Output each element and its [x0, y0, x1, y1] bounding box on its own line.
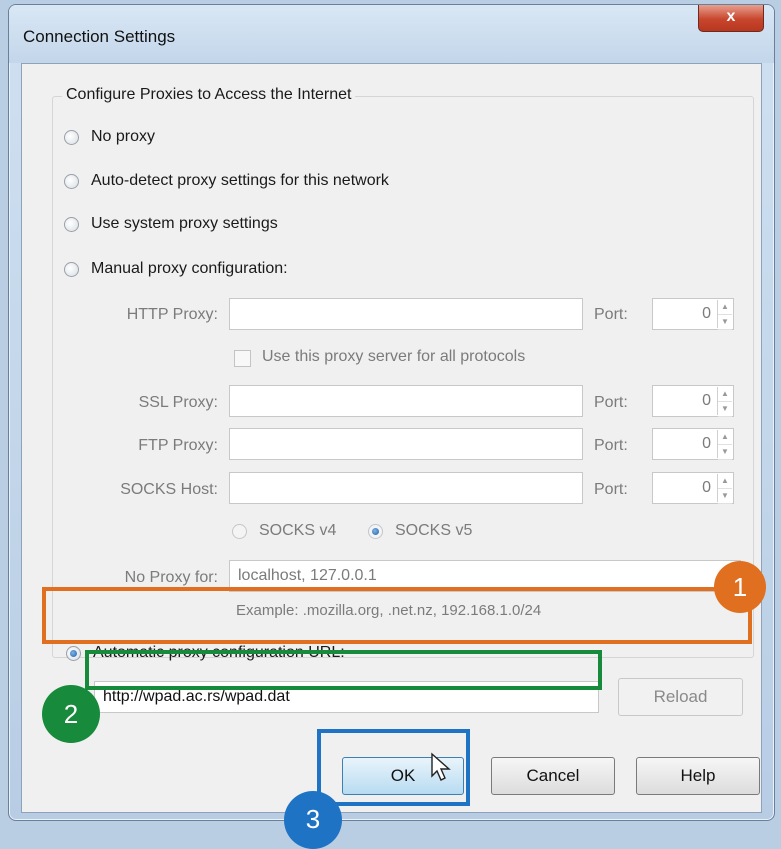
ftp-proxy-label: FTP Proxy: [138, 437, 218, 454]
help-button[interactable]: Help [636, 757, 760, 795]
spin-up-icon[interactable]: ▲ [718, 474, 732, 489]
socks-port-label: Port: [594, 481, 628, 498]
dialog-title: Connection Settings [23, 27, 176, 46]
http-port-label: Port: [594, 306, 628, 323]
close-button[interactable]: x [698, 5, 764, 32]
socks-port-value: 0 [702, 479, 711, 496]
mouse-pointer-icon [431, 752, 451, 781]
http-proxy-input[interactable] [229, 298, 583, 330]
radio-socks-v4[interactable]: SOCKS v4 [232, 522, 336, 540]
spin-up-icon[interactable]: ▲ [718, 300, 732, 315]
auto-config-url-value: http://wpad.ac.rs/wpad.dat [103, 688, 290, 705]
ftp-port-label: Port: [594, 437, 628, 454]
connection-settings-dialog: Connection Settings x Configure Proxies … [8, 4, 775, 821]
use-all-protocols-label: Use this proxy server for all protocols [262, 348, 526, 365]
socks-host-input[interactable] [229, 472, 583, 504]
spin-up-icon[interactable]: ▲ [718, 430, 732, 445]
port-spinner[interactable]: ▲ ▼ [717, 387, 732, 417]
socks-v4-label: SOCKS v4 [259, 522, 337, 539]
socks-port-input[interactable]: 0 ▲ ▼ [652, 472, 734, 504]
ftp-port-input[interactable]: 0 ▲ ▼ [652, 428, 734, 460]
reload-button[interactable]: Reload [618, 678, 743, 716]
highlight-auto-config-radio [42, 587, 752, 644]
spin-down-icon[interactable]: ▼ [718, 315, 732, 330]
http-port-input[interactable]: 0 ▲ ▼ [652, 298, 734, 330]
annotation-badge-3: 3 [284, 791, 342, 849]
radio-no-proxy-label: No proxy [91, 128, 156, 145]
radio-no-proxy[interactable]: No proxy [64, 128, 155, 146]
radio-icon[interactable] [368, 523, 383, 539]
use-all-protocols-checkbox[interactable] [234, 350, 251, 367]
ftp-proxy-input[interactable] [229, 428, 583, 460]
radio-icon[interactable] [66, 645, 81, 661]
radio-socks-v5[interactable]: SOCKS v5 [368, 522, 472, 540]
ssl-proxy-label: SSL Proxy: [138, 394, 218, 411]
ftp-port-value: 0 [702, 435, 711, 452]
radio-manual-proxy-label: Manual proxy configuration: [91, 260, 288, 277]
port-spinner[interactable]: ▲ ▼ [717, 300, 732, 330]
no-proxy-for-label: No Proxy for: [124, 569, 218, 586]
radio-icon[interactable] [64, 216, 79, 232]
dialog-body: Configure Proxies to Access the Internet… [21, 63, 762, 813]
port-spinner[interactable]: ▲ ▼ [717, 474, 732, 504]
radio-auto-detect-label: Auto-detect proxy settings for this netw… [91, 172, 389, 189]
spin-down-icon[interactable]: ▼ [718, 489, 732, 504]
spin-down-icon[interactable]: ▼ [718, 402, 732, 417]
highlight-url-field [85, 650, 602, 690]
group-title: Configure Proxies to Access the Internet [62, 86, 356, 104]
radio-system-proxy-label: Use system proxy settings [91, 215, 278, 232]
no-proxy-for-value: localhost, 127.0.0.1 [238, 567, 377, 584]
http-port-value: 0 [702, 305, 711, 322]
ssl-port-input[interactable]: 0 ▲ ▼ [652, 385, 734, 417]
radio-system-proxy[interactable]: Use system proxy settings [64, 215, 278, 233]
annotation-badge-2: 2 [42, 685, 100, 743]
annotation-badge-1: 1 [714, 561, 766, 613]
radio-manual-proxy[interactable]: Manual proxy configuration: [64, 260, 288, 278]
radio-icon[interactable] [64, 173, 79, 189]
spin-down-icon[interactable]: ▼ [718, 445, 732, 460]
ssl-port-value: 0 [702, 392, 711, 409]
port-spinner[interactable]: ▲ ▼ [717, 430, 732, 460]
socks-host-label: SOCKS Host: [120, 481, 218, 498]
http-proxy-label: HTTP Proxy: [126, 306, 218, 323]
radio-icon[interactable] [64, 261, 79, 277]
title-bar: Connection Settings x [9, 5, 774, 63]
ssl-port-label: Port: [594, 394, 628, 411]
radio-icon[interactable] [64, 129, 79, 145]
radio-auto-detect[interactable]: Auto-detect proxy settings for this netw… [64, 172, 389, 190]
cancel-button[interactable]: Cancel [491, 757, 615, 795]
spin-up-icon[interactable]: ▲ [718, 387, 732, 402]
socks-v5-label: SOCKS v5 [395, 522, 473, 539]
ssl-proxy-input[interactable] [229, 385, 583, 417]
radio-icon[interactable] [232, 523, 247, 539]
